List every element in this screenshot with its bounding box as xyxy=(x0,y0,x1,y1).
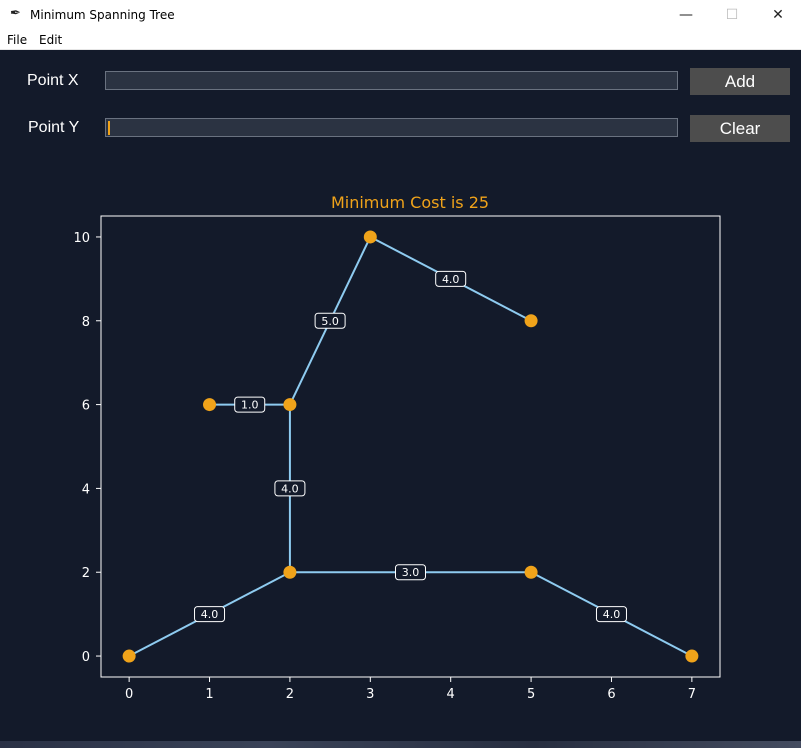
x-tick-label: 6 xyxy=(607,687,615,702)
edge-weight-text: 1.0 xyxy=(241,399,259,412)
plot-area-frame xyxy=(100,215,721,678)
y-tick-label: 2 xyxy=(82,566,90,581)
edge-weight-text: 4.0 xyxy=(201,608,219,621)
edge-weight-label: 5.0 xyxy=(314,312,346,329)
edge-weight-text: 3.0 xyxy=(402,566,420,579)
y-tick-label: 6 xyxy=(82,399,90,414)
y-tick-label: 4 xyxy=(82,482,90,497)
graph-node xyxy=(363,230,377,244)
mst-plot: Minimum Cost is 25 0 1 2 3 4 5 6 7 0 2 4 6 8 10 4.0 3.… xyxy=(73,193,721,702)
graph-node xyxy=(524,314,538,328)
graph-node xyxy=(283,565,297,579)
graph-node xyxy=(524,565,538,579)
graph-node xyxy=(283,398,297,412)
y-tick-label: 0 xyxy=(82,650,90,665)
y-tick-label: 8 xyxy=(82,315,90,330)
edge-weight-label: 4.0 xyxy=(435,270,467,287)
edge-weight-label: 4.0 xyxy=(194,606,226,623)
chart-title: Minimum Cost is 25 xyxy=(331,193,489,212)
x-tick-label: 7 xyxy=(688,687,696,702)
edge-weight-text: 5.0 xyxy=(321,315,339,328)
graph-node xyxy=(203,398,217,412)
edge-weight-label: 3.0 xyxy=(395,564,426,581)
x-tick-label: 3 xyxy=(366,687,374,702)
edge-weight-label: 4.0 xyxy=(595,606,627,623)
desktop-strip xyxy=(0,741,801,748)
x-tick-label: 0 xyxy=(125,687,133,702)
edge-weight-label: 1.0 xyxy=(234,396,266,413)
edge-weight-text: 4.0 xyxy=(442,273,460,286)
graph-node xyxy=(122,649,136,663)
graph-node xyxy=(685,649,699,663)
edge-weight-text: 4.0 xyxy=(603,608,621,621)
edge-weight-label: 4.0 xyxy=(274,480,306,497)
edge-weight-text: 4.0 xyxy=(281,482,299,495)
x-tick-label: 2 xyxy=(286,687,294,702)
x-tick-label: 4 xyxy=(447,687,455,702)
y-tick-label: 10 xyxy=(73,231,90,246)
x-tick-label: 5 xyxy=(527,687,535,702)
x-tick-label: 1 xyxy=(205,687,213,702)
